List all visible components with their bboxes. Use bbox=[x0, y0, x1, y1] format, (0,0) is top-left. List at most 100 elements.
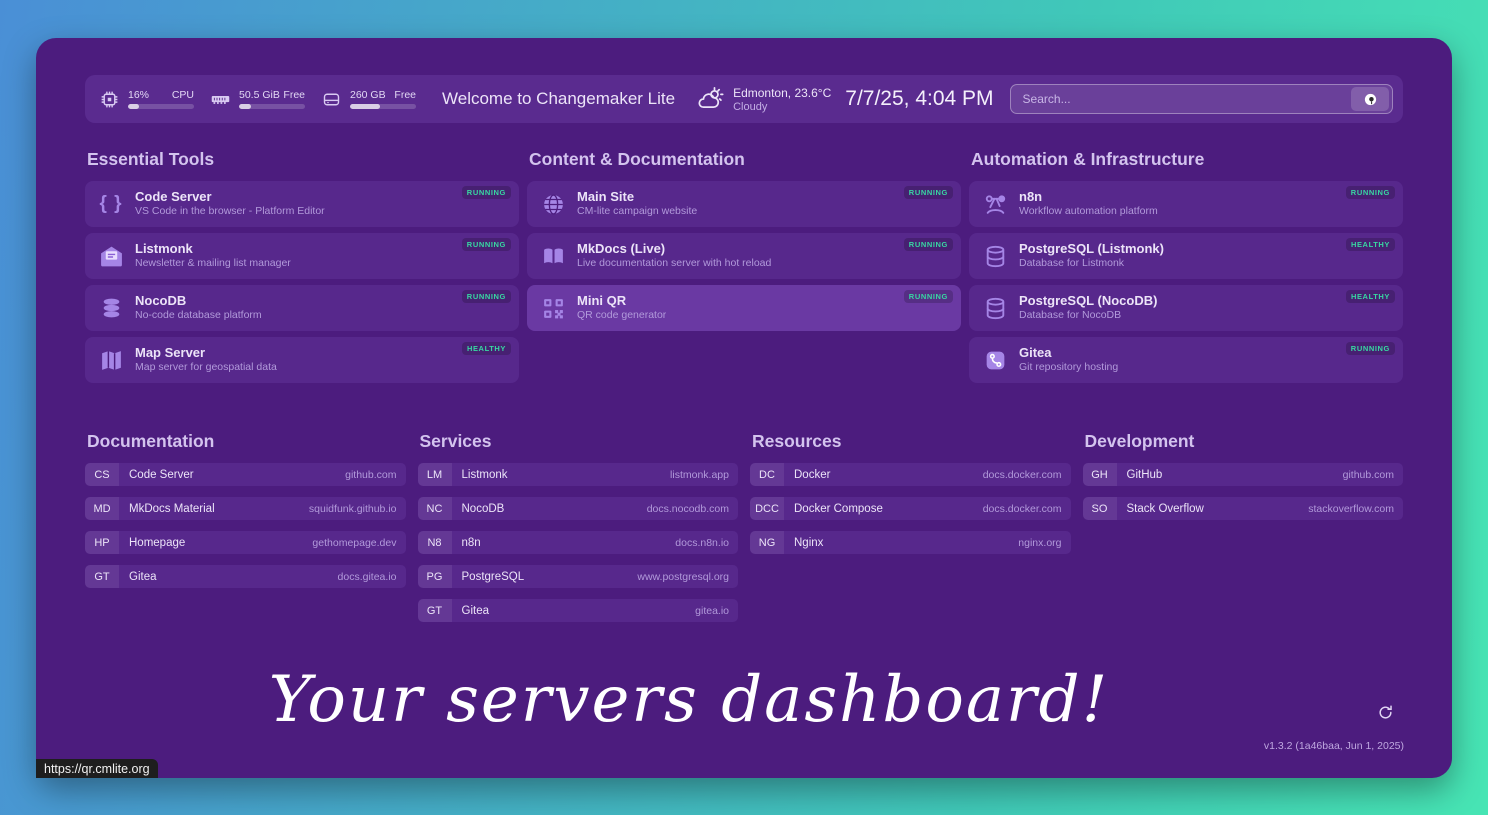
service-card-n8n[interactable]: n8n Workflow automation platform RUNNING bbox=[969, 181, 1403, 227]
memory-widget: 50.5 GiB Free bbox=[210, 89, 305, 110]
bookmark-host: github.com bbox=[1343, 469, 1394, 481]
mail-icon bbox=[95, 244, 127, 269]
bookmark-name: Homepage bbox=[129, 537, 312, 549]
service-description: Database for NocoDB bbox=[1019, 309, 1157, 323]
status-badge: HEALTHY bbox=[1346, 290, 1395, 303]
bookmark-abbr: NC bbox=[418, 497, 452, 520]
cpu-bar bbox=[128, 104, 194, 109]
bookmark-docker[interactable]: DC Docker docs.docker.com bbox=[750, 463, 1071, 486]
bookmark-name: Nginx bbox=[794, 537, 1018, 549]
service-card-postgresql-nocodb[interactable]: PostgreSQL (NocoDB) Database for NocoDB … bbox=[969, 285, 1403, 331]
service-description: Newsletter & mailing list manager bbox=[135, 257, 291, 271]
bookmark-host: docs.docker.com bbox=[983, 469, 1062, 481]
service-card-code-server[interactable]: { } Code Server VS Code in the browser -… bbox=[85, 181, 519, 227]
service-title: Map Server bbox=[135, 345, 277, 361]
bookmark-host: github.com bbox=[345, 469, 396, 481]
service-title: NocoDB bbox=[135, 293, 262, 309]
service-card-mkdocs[interactable]: MkDocs (Live) Live documentation server … bbox=[527, 233, 961, 279]
service-card-postgresql-listmonk[interactable]: PostgreSQL (Listmonk) Database for Listm… bbox=[969, 233, 1403, 279]
bookmark-name: Stack Overflow bbox=[1127, 503, 1309, 515]
bookmark-homepage[interactable]: HP Homepage gethomepage.dev bbox=[85, 531, 406, 554]
bookmark-stack-overflow[interactable]: SO Stack Overflow stackoverflow.com bbox=[1083, 497, 1404, 520]
bookmark-abbr: NG bbox=[750, 531, 784, 554]
bookmark-name: Code Server bbox=[129, 469, 345, 481]
service-description: CM-lite campaign website bbox=[577, 205, 697, 219]
disk-label: Free bbox=[394, 89, 416, 101]
bookmark-github[interactable]: GH GitHub github.com bbox=[1083, 463, 1404, 486]
bookmark-group-documentation: Documentation CS Code Server github.com … bbox=[85, 431, 406, 633]
section-title: Essential Tools bbox=[87, 149, 519, 170]
section-title: Automation & Infrastructure bbox=[971, 149, 1403, 170]
bookmark-host: gethomepage.dev bbox=[312, 537, 396, 549]
service-title: Gitea bbox=[1019, 345, 1118, 361]
bookmark-postgresql[interactable]: PG PostgreSQL www.postgresql.org bbox=[418, 565, 739, 588]
bookmark-host: docs.n8n.io bbox=[675, 537, 729, 549]
bookmark-name: Gitea bbox=[462, 605, 696, 617]
cpu-widget: 16% CPU bbox=[99, 89, 194, 110]
bookmark-code-server[interactable]: CS Code Server github.com bbox=[85, 463, 406, 486]
bookmark-name: Docker Compose bbox=[794, 503, 983, 515]
bookmark-gitea-docs[interactable]: GT Gitea docs.gitea.io bbox=[85, 565, 406, 588]
bookmark-name: n8n bbox=[462, 537, 676, 549]
bookmark-name: Listmonk bbox=[462, 469, 671, 481]
bookmark-nginx[interactable]: NG Nginx nginx.org bbox=[750, 531, 1071, 554]
service-card-gitea[interactable]: Gitea Git repository hosting RUNNING bbox=[969, 337, 1403, 383]
memory-bar bbox=[239, 104, 305, 109]
tagline-text: Your servers dashboard! bbox=[85, 663, 1403, 737]
status-badge: RUNNING bbox=[462, 186, 511, 199]
bookmark-abbr: HP bbox=[85, 531, 119, 554]
bookmark-abbr: DCC bbox=[750, 497, 784, 520]
weather-location: Edmonton, 23.6°C bbox=[733, 86, 831, 101]
memory-label: Free bbox=[283, 89, 305, 101]
section-title: Development bbox=[1085, 431, 1404, 452]
weather-condition: Cloudy bbox=[733, 101, 831, 113]
dashboard-panel: 16% CPU 50.5 GiB Free bbox=[36, 38, 1452, 778]
bookmark-gitea[interactable]: GT Gitea gitea.io bbox=[418, 599, 739, 622]
bookmark-name: Gitea bbox=[129, 571, 338, 583]
service-card-mini-qr[interactable]: Mini QR QR code generator RUNNING bbox=[527, 285, 961, 331]
bookmark-nocodb[interactable]: NC NocoDB docs.nocodb.com bbox=[418, 497, 739, 520]
status-badge: RUNNING bbox=[904, 186, 953, 199]
bookmark-host: nginx.org bbox=[1018, 537, 1061, 549]
search-input[interactable] bbox=[1023, 92, 1351, 106]
service-description: Git repository hosting bbox=[1019, 361, 1118, 375]
bookmark-abbr: GT bbox=[85, 565, 119, 588]
bookmark-listmonk[interactable]: LM Listmonk listmonk.app bbox=[418, 463, 739, 486]
service-card-main-site[interactable]: Main Site CM-lite campaign website RUNNI… bbox=[527, 181, 961, 227]
bookmark-host: gitea.io bbox=[695, 605, 729, 617]
service-card-map-server[interactable]: Map Server Map server for geospatial dat… bbox=[85, 337, 519, 383]
bookmark-groups: Documentation CS Code Server github.com … bbox=[85, 431, 1403, 633]
bookmark-name: MkDocs Material bbox=[129, 503, 309, 515]
bookmark-docker-compose[interactable]: DCC Docker Compose docs.docker.com bbox=[750, 497, 1071, 520]
service-description: Map server for geospatial data bbox=[135, 361, 277, 375]
bookmark-host: docs.gitea.io bbox=[338, 571, 397, 583]
bookmark-group-development: Development GH GitHub github.com SO Stac… bbox=[1083, 431, 1404, 633]
search-engine-button[interactable] bbox=[1351, 87, 1389, 111]
refresh-button[interactable] bbox=[1377, 704, 1394, 726]
bookmark-abbr: CS bbox=[85, 463, 119, 486]
search-bar bbox=[1010, 84, 1393, 114]
service-description: Live documentation server with hot reloa… bbox=[577, 257, 771, 271]
cpu-icon bbox=[99, 89, 120, 110]
bookmark-abbr: N8 bbox=[418, 531, 452, 554]
status-badge: RUNNING bbox=[1346, 342, 1395, 355]
datetime-text: 7/7/25, 4:04 PM bbox=[845, 87, 993, 111]
service-card-nocodb[interactable]: NocoDB No-code database platform RUNNING bbox=[85, 285, 519, 331]
status-badge: RUNNING bbox=[462, 238, 511, 251]
service-card-listmonk[interactable]: Listmonk Newsletter & mailing list manag… bbox=[85, 233, 519, 279]
service-title: n8n bbox=[1019, 189, 1158, 205]
bookmark-n8n[interactable]: N8 n8n docs.n8n.io bbox=[418, 531, 739, 554]
status-badge: RUNNING bbox=[462, 290, 511, 303]
section-title: Services bbox=[420, 431, 739, 452]
status-badge: RUNNING bbox=[904, 290, 953, 303]
service-description: No-code database platform bbox=[135, 309, 262, 323]
cpu-value: 16% bbox=[128, 89, 149, 101]
status-badge: HEALTHY bbox=[1346, 238, 1395, 251]
book-icon bbox=[537, 244, 569, 269]
globe-icon bbox=[537, 192, 569, 217]
bookmark-host: www.postgresql.org bbox=[637, 571, 729, 583]
bookmark-mkdocs-material[interactable]: MD MkDocs Material squidfunk.github.io bbox=[85, 497, 406, 520]
bookmark-host: squidfunk.github.io bbox=[309, 503, 397, 515]
service-title: Code Server bbox=[135, 189, 325, 205]
bookmark-host: listmonk.app bbox=[670, 469, 729, 481]
